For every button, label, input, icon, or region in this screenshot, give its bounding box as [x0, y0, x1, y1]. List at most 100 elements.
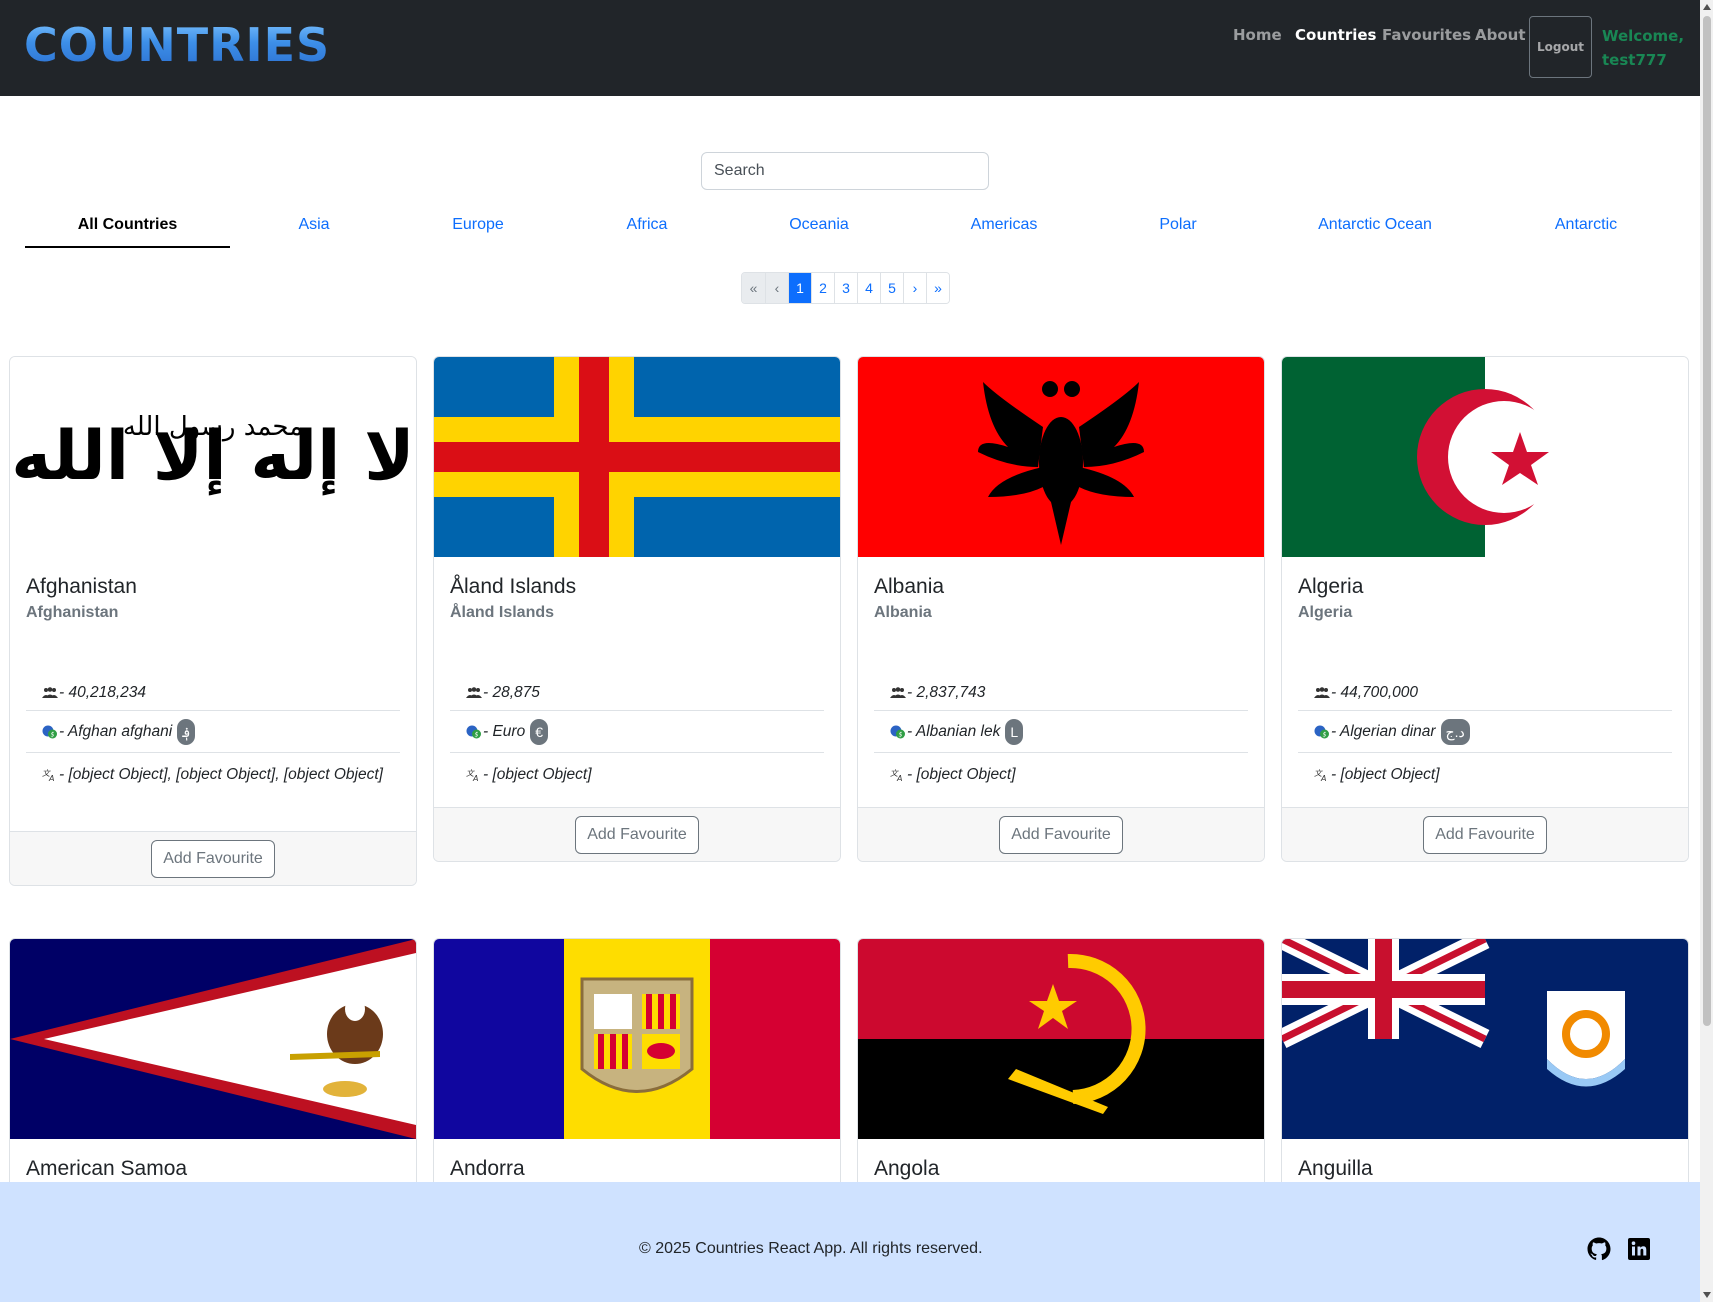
- flag-image: [1282, 357, 1688, 557]
- scrollbar-thumb[interactable]: [1703, 16, 1711, 1026]
- pagination: « ‹ 1 2 3 4 5 › »: [741, 272, 950, 304]
- country-official-name: Algeria: [1298, 604, 1353, 621]
- pagination-prev[interactable]: ‹: [765, 273, 788, 303]
- languages-row: - [object Object], [object Object], [obj…: [26, 757, 400, 817]
- tab-antarctic[interactable]: Antarctic: [1536, 216, 1636, 246]
- people-icon: [1314, 686, 1330, 700]
- flag-image: [434, 357, 840, 557]
- currency-symbol-badge: د.ج: [1440, 719, 1470, 745]
- flag-image: [858, 939, 1264, 1139]
- pagination-page-4[interactable]: 4: [857, 273, 880, 303]
- translate-icon: [42, 768, 58, 782]
- country-card-afghanistan: لا إله إلا الله محمد رسول الله Afghanist…: [9, 356, 417, 886]
- nav-link-about[interactable]: About: [1475, 26, 1526, 44]
- currency-symbol-badge: L: [1005, 719, 1024, 745]
- country-card-aland-islands: Åland Islands Åland Islands - 28,875 - E…: [433, 356, 841, 862]
- pagination-page-2[interactable]: 2: [811, 273, 834, 303]
- pagination-next[interactable]: ›: [903, 273, 926, 303]
- copyright-text: © 2025 Countries React App. All rights r…: [639, 1240, 983, 1257]
- languages-value: - [object Object], [object Object], [obj…: [59, 766, 383, 783]
- country-official-name: Albania: [874, 604, 932, 621]
- population-row: - 40,218,234: [26, 675, 400, 711]
- country-name: Albania: [874, 575, 945, 598]
- pagination-page-1[interactable]: 1: [788, 273, 811, 303]
- github-icon[interactable]: [1587, 1237, 1611, 1261]
- welcome-text: Welcome,: [1602, 27, 1685, 45]
- tab-antarctic-ocean[interactable]: Antarctic Ocean: [1300, 216, 1450, 246]
- search-input[interactable]: [701, 152, 989, 190]
- coins-icon: [1314, 725, 1330, 739]
- flag-image: [858, 357, 1264, 557]
- add-favourite-button[interactable]: Add Favourite: [1423, 816, 1547, 854]
- tab-all-countries[interactable]: All Countries: [25, 216, 230, 248]
- flag-image: [10, 939, 416, 1139]
- nav-link-home[interactable]: Home: [1233, 26, 1282, 44]
- currency-row: - Euro €: [450, 711, 824, 753]
- currency-row: - Algerian dinar د.ج: [1298, 711, 1672, 753]
- coins-icon: [890, 725, 906, 739]
- app-logo[interactable]: COUNTRIES: [24, 18, 330, 72]
- currency-value: - Afghan afghani: [59, 723, 173, 741]
- pagination-page-5[interactable]: 5: [880, 273, 903, 303]
- country-name: Anguilla: [1298, 1157, 1373, 1180]
- scroll-down-arrow-icon[interactable]: [1703, 1292, 1711, 1298]
- currency-value: - Algerian dinar: [1331, 723, 1436, 741]
- currency-symbol-badge: €: [530, 719, 549, 745]
- navbar: COUNTRIES Home Countries Favourites Abou…: [0, 0, 1700, 96]
- people-icon: [890, 686, 906, 700]
- population-row: - 2,837,743: [874, 675, 1248, 711]
- country-card-algeria: Algeria Algeria - 44,700,000 - Algerian …: [1281, 356, 1689, 862]
- logout-button[interactable]: Logout: [1529, 16, 1592, 78]
- tab-polar[interactable]: Polar: [1128, 216, 1228, 246]
- translate-icon: [466, 768, 482, 782]
- pagination-last[interactable]: »: [926, 273, 949, 303]
- country-name: Angola: [874, 1157, 940, 1180]
- tab-europe[interactable]: Europe: [428, 216, 528, 246]
- nav-link-favourites[interactable]: Favourites: [1382, 26, 1471, 44]
- card-footer: Add Favourite: [10, 831, 416, 885]
- flag-image: لا إله إلا الله محمد رسول الله: [10, 357, 416, 557]
- country-name: Åland Islands: [450, 575, 577, 598]
- card-footer: Add Favourite: [858, 807, 1264, 861]
- country-name: Andorra: [450, 1157, 525, 1180]
- population-row: - 44,700,000: [1298, 675, 1672, 711]
- population-row: - 28,875: [450, 675, 824, 711]
- coins-icon: [466, 725, 482, 739]
- currency-value: - Euro: [483, 723, 526, 741]
- population-value: - 28,875: [483, 684, 540, 701]
- pagination-page-3[interactable]: 3: [834, 273, 857, 303]
- page-scrollbar[interactable]: [1700, 0, 1713, 1302]
- currency-row: - Albanian lek L: [874, 711, 1248, 753]
- pagination-first[interactable]: «: [742, 273, 765, 303]
- languages-value: - [object Object]: [907, 766, 1016, 783]
- scroll-up-arrow-icon[interactable]: [1703, 4, 1711, 10]
- currency-row: - Afghan afghani ؋: [26, 711, 400, 753]
- country-card-albania: Albania Albania - 2,837,743 - Albanian l…: [857, 356, 1265, 862]
- tab-americas[interactable]: Americas: [954, 216, 1054, 246]
- tab-africa[interactable]: Africa: [597, 216, 697, 246]
- tab-asia[interactable]: Asia: [264, 216, 364, 246]
- currency-value: - Albanian lek: [907, 723, 1001, 741]
- tab-oceania[interactable]: Oceania: [769, 216, 869, 246]
- svg-text:محمد رسول الله: محمد رسول الله: [123, 412, 303, 442]
- page-footer: © 2025 Countries React App. All rights r…: [0, 1182, 1700, 1302]
- coins-icon: [42, 725, 58, 739]
- languages-row: - [object Object]: [1298, 757, 1672, 793]
- flag-image: [1282, 939, 1688, 1139]
- country-name: Algeria: [1298, 575, 1364, 598]
- welcome-message: Welcome, test777: [1602, 24, 1702, 72]
- country-official-name: Åland Islands: [450, 604, 555, 621]
- people-icon: [42, 686, 58, 700]
- linkedin-icon[interactable]: [1627, 1237, 1651, 1261]
- nav-link-countries[interactable]: Countries: [1295, 26, 1376, 44]
- add-favourite-button[interactable]: Add Favourite: [999, 816, 1123, 854]
- add-favourite-button[interactable]: Add Favourite: [151, 840, 275, 878]
- flag-image: [434, 939, 840, 1139]
- country-name: American Samoa: [26, 1157, 188, 1180]
- population-value: - 2,837,743: [907, 684, 986, 701]
- languages-row: - [object Object]: [874, 757, 1248, 793]
- people-icon: [466, 686, 482, 700]
- card-footer: Add Favourite: [434, 807, 840, 861]
- add-favourite-button[interactable]: Add Favourite: [575, 816, 699, 854]
- country-name: Afghanistan: [26, 575, 137, 598]
